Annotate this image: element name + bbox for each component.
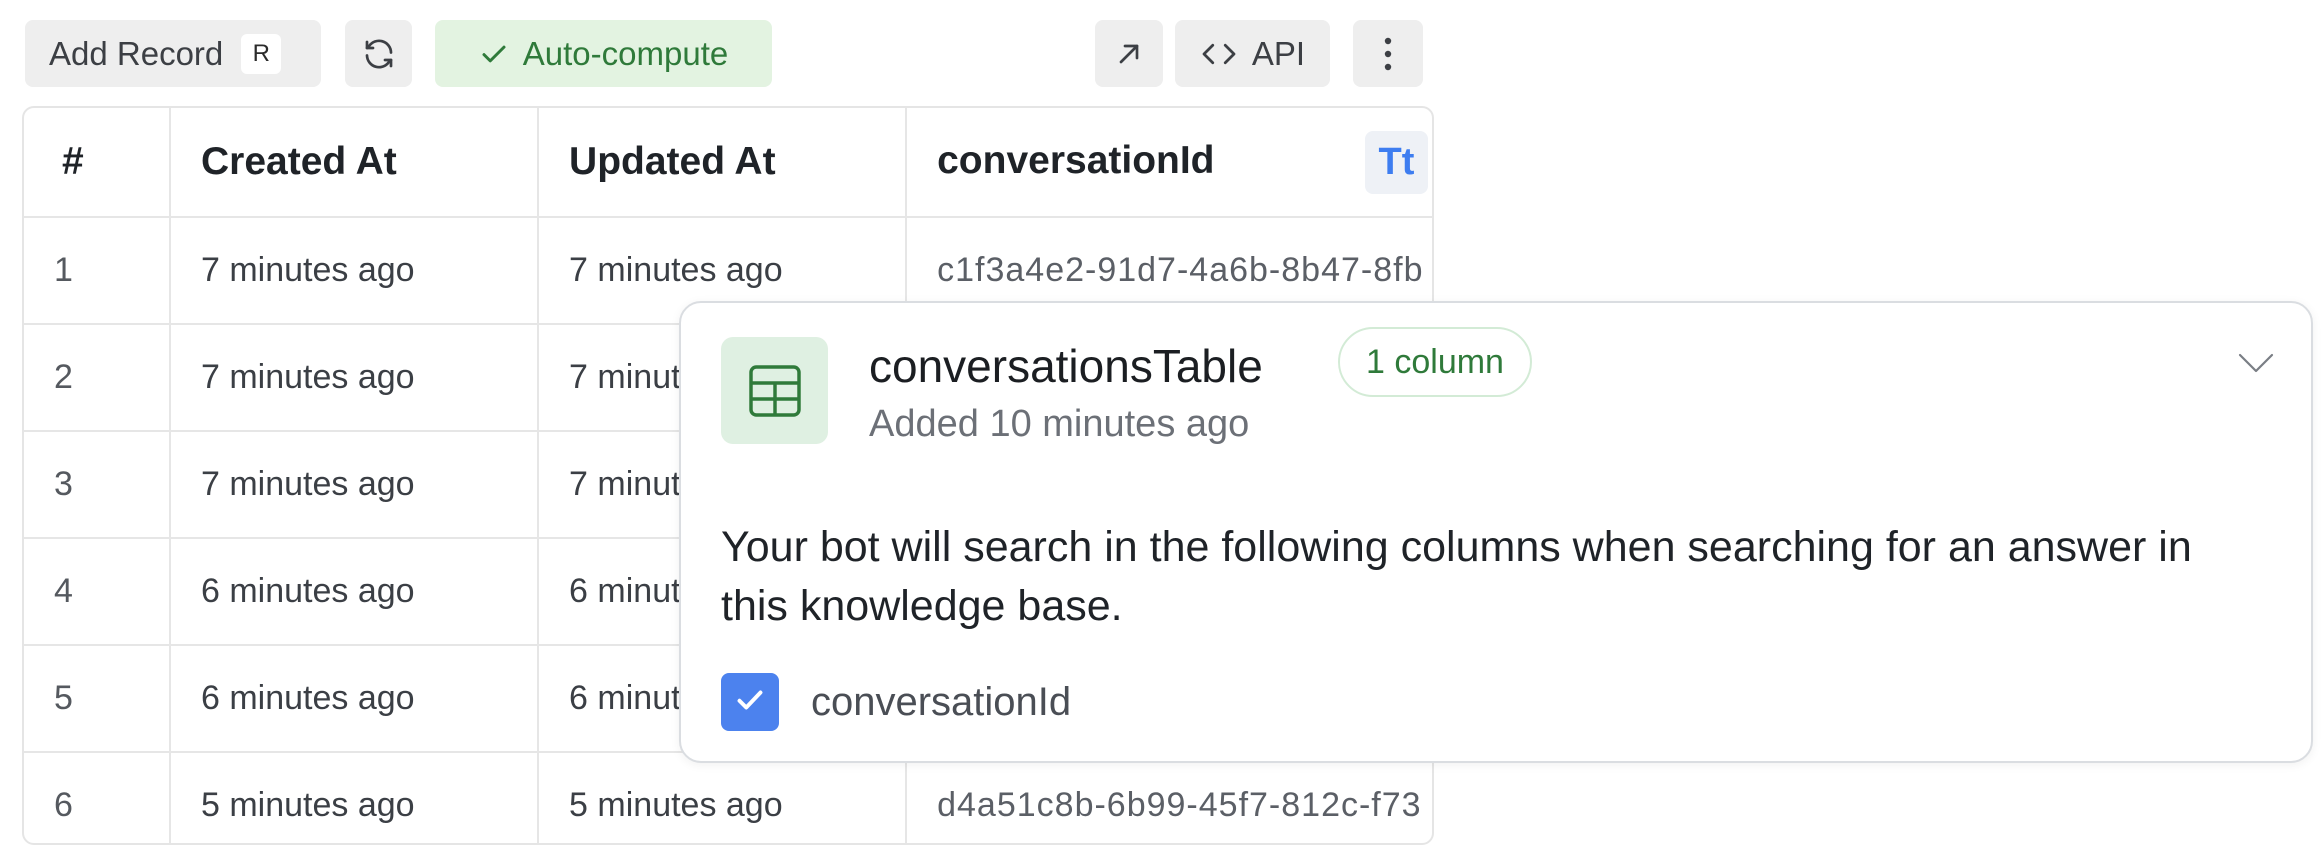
added-timestamp: Added 10 minutes ago xyxy=(869,403,1250,445)
created-at-cell[interactable]: 7 minutes ago xyxy=(169,324,540,432)
knowledge-base-table-card: conversationsTable 1 column Added 10 min… xyxy=(679,301,2313,763)
open-external-button[interactable] xyxy=(1095,20,1163,87)
api-button[interactable]: API xyxy=(1175,20,1330,87)
more-options-button[interactable] xyxy=(1353,20,1423,87)
auto-compute-label: Auto-compute xyxy=(522,34,729,72)
column-header-number[interactable]: # xyxy=(24,108,171,218)
updated-at-cell[interactable]: 5 minutes ago xyxy=(538,752,908,843)
table-name: conversationsTable xyxy=(869,340,1263,392)
table-row[interactable]: 6 5 minutes ago 5 minutes ago d4a51c8b-6… xyxy=(24,752,1432,843)
add-record-button[interactable]: Add Record R xyxy=(25,20,321,87)
table-icon xyxy=(721,337,828,444)
column-header-updated-at[interactable]: Updated At xyxy=(538,108,908,218)
more-vertical-icon xyxy=(1383,37,1393,71)
check-icon xyxy=(732,682,768,723)
row-number: 6 xyxy=(24,752,171,843)
searchable-column-option[interactable]: conversationId xyxy=(721,673,1071,731)
created-at-cell[interactable]: 7 minutes ago xyxy=(169,431,540,539)
column-count-badge: 1 column xyxy=(1338,327,1532,397)
search-columns-description: Your bot will search in the following co… xyxy=(721,523,2192,630)
chevron-down-icon[interactable] xyxy=(2236,351,2276,380)
column-header-label: conversationId xyxy=(937,138,1215,182)
row-number: 5 xyxy=(24,645,171,753)
created-at-cell[interactable]: 5 minutes ago xyxy=(169,752,540,843)
row-number: 1 xyxy=(24,217,171,325)
column-checkbox-label: conversationId xyxy=(811,679,1072,724)
api-label: API xyxy=(1251,34,1306,72)
check-icon xyxy=(479,39,509,69)
refresh-icon xyxy=(361,36,397,72)
created-at-cell[interactable]: 7 minutes ago xyxy=(169,217,540,325)
row-number: 3 xyxy=(24,431,171,539)
auto-compute-toggle[interactable]: Auto-compute xyxy=(435,20,772,87)
conversation-id-cell[interactable]: d4a51c8b-6b99-45f7-812c-f73 xyxy=(906,752,1432,843)
text-type-icon: Tt xyxy=(1364,130,1429,194)
created-at-cell[interactable]: 6 minutes ago xyxy=(169,538,540,646)
column-header-created-at[interactable]: Created At xyxy=(169,108,540,218)
table-header-row: # Created At Updated At conversationId Tt xyxy=(24,108,1432,218)
row-number: 2 xyxy=(24,324,171,432)
shortcut-key-badge: R xyxy=(241,33,282,74)
refresh-button[interactable] xyxy=(345,20,412,87)
row-number: 4 xyxy=(24,538,171,646)
expand-arrow-icon xyxy=(1113,38,1145,70)
column-header-conversation-id[interactable]: conversationId Tt xyxy=(906,108,1432,218)
column-checkbox[interactable] xyxy=(721,673,779,731)
add-record-label: Add Record xyxy=(49,34,224,72)
code-icon xyxy=(1200,39,1238,69)
created-at-cell[interactable]: 6 minutes ago xyxy=(169,645,540,753)
toolbar: Add Record R Auto-compute API xyxy=(0,0,1440,100)
